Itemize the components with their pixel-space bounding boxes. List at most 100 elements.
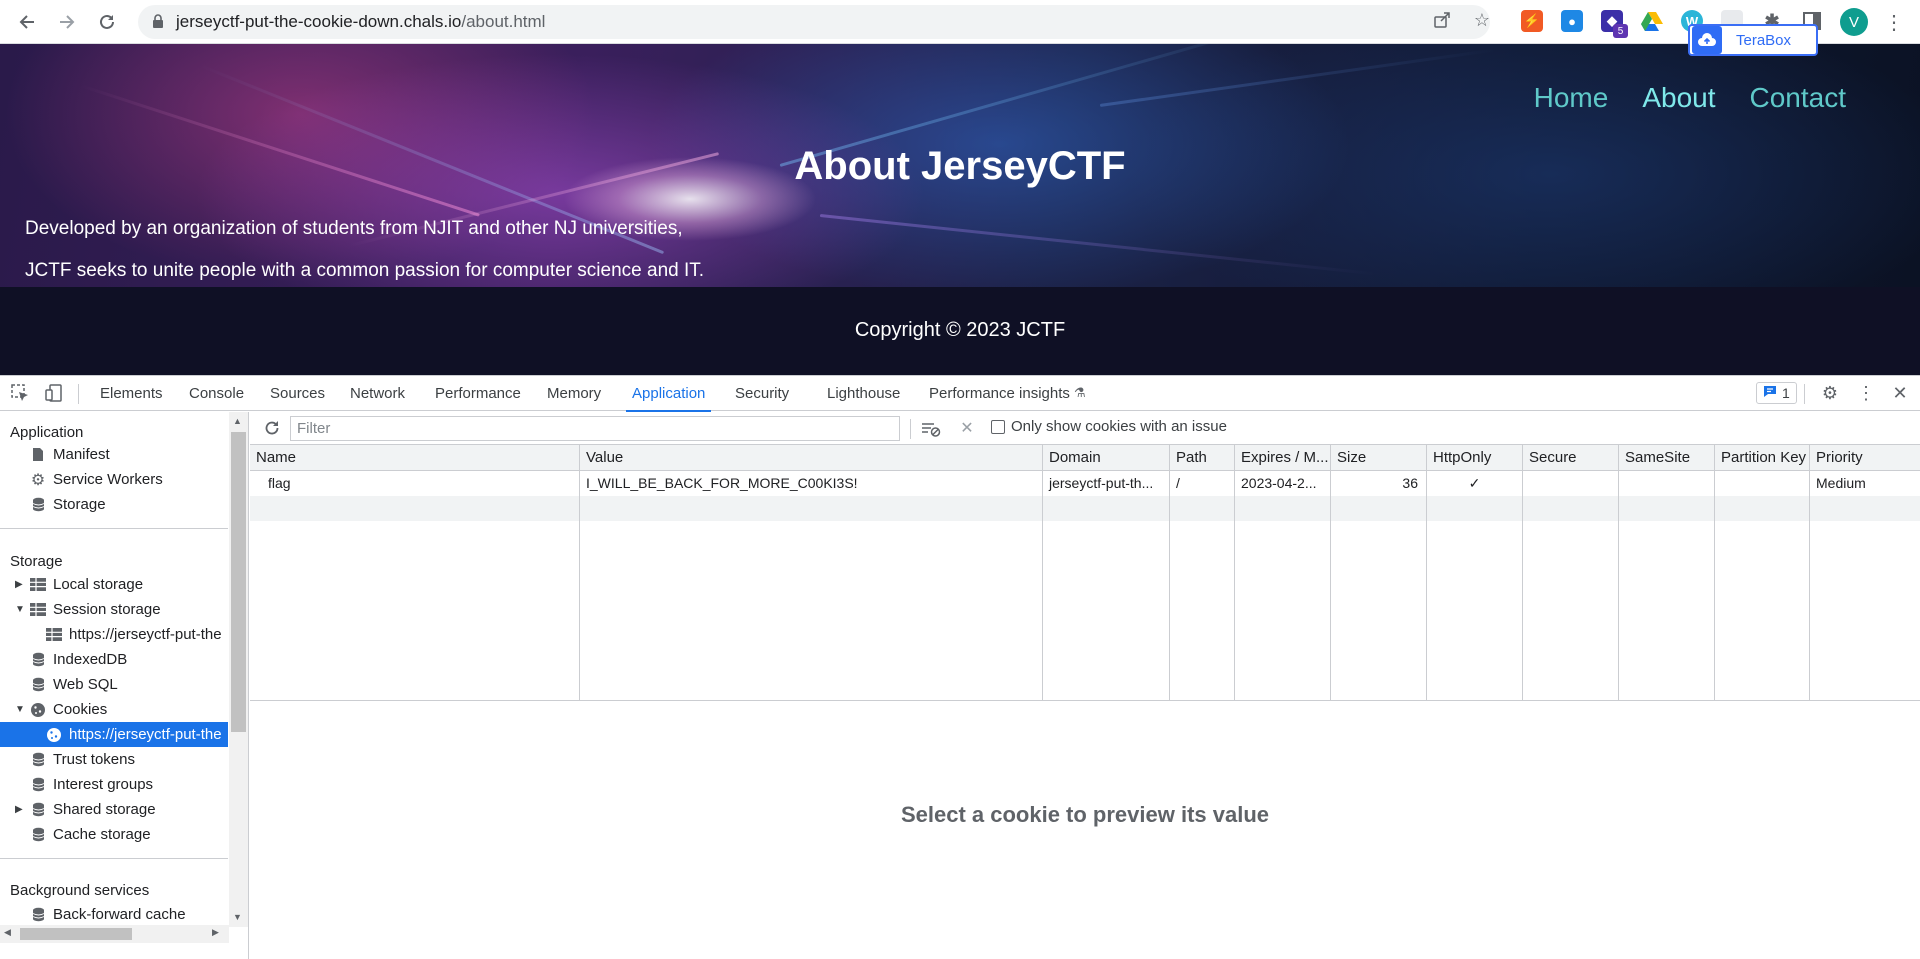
- column-header-path[interactable]: Path: [1170, 445, 1235, 471]
- checkbox-box[interactable]: [991, 419, 1005, 434]
- column-header-samesite[interactable]: SameSite: [1619, 445, 1715, 471]
- address-bar[interactable]: jerseyctf-put-the-cookie-down.chals.io/a…: [138, 5, 1490, 39]
- sidebar-item-label: Manifest: [53, 446, 110, 463]
- share-icon[interactable]: [1430, 8, 1454, 32]
- cookie-httponly-cell[interactable]: ✓: [1427, 471, 1522, 496]
- database-icon: [30, 652, 46, 668]
- lock-icon[interactable]: [152, 14, 164, 34]
- tab-lighthouse[interactable]: Lighthouse: [827, 376, 900, 411]
- back-arrow-icon[interactable]: [13, 8, 41, 36]
- profile-avatar[interactable]: V: [1840, 8, 1868, 36]
- filter-input[interactable]: [290, 416, 900, 441]
- cookie-secure-cell[interactable]: [1523, 471, 1618, 496]
- sidebar-item-cache-storage[interactable]: Cache storage: [0, 822, 228, 847]
- column-header-secure[interactable]: Secure: [1523, 445, 1619, 471]
- sidebar-item-shared-storage[interactable]: ▶ Shared storage: [0, 797, 228, 822]
- cookie-expires-cell[interactable]: 2023-04-2...: [1235, 471, 1330, 496]
- close-devtools-icon[interactable]: ✕: [1890, 383, 1910, 403]
- nav-home-link[interactable]: Home: [1534, 82, 1609, 114]
- cookie-name-cell[interactable]: flag: [262, 471, 578, 496]
- collapse-triangle-icon[interactable]: ▼: [15, 604, 25, 615]
- browser-toolbar: jerseyctf-put-the-cookie-down.chals.io/a…: [0, 0, 1920, 56]
- refresh-icon[interactable]: [262, 418, 282, 438]
- clear-all-cookies-icon[interactable]: [920, 419, 942, 439]
- sidebar-item-back-forward-cache[interactable]: Back-forward cache: [0, 902, 228, 927]
- sidebar-item-cookies-origin[interactable]: https://jerseyctf-put-the: [0, 722, 228, 747]
- settings-gear-icon[interactable]: ⚙: [1820, 383, 1840, 403]
- column-header-size[interactable]: Size: [1331, 445, 1427, 471]
- sidebar-item-manifest[interactable]: Manifest: [0, 442, 228, 467]
- database-icon: [30, 802, 46, 818]
- extension-drop-icon[interactable]: ●: [1561, 10, 1583, 32]
- sidebar-item-indexeddb[interactable]: IndexedDB: [0, 647, 228, 672]
- sidebar-item-service-workers[interactable]: ⚙ Service Workers: [0, 467, 228, 492]
- tab-network[interactable]: Network: [350, 376, 405, 411]
- url-path: /about.html: [461, 12, 546, 31]
- tab-performance[interactable]: Performance: [435, 376, 521, 411]
- database-icon: [30, 827, 46, 843]
- cookie-icon: [46, 727, 62, 743]
- toolbar-divider: [910, 419, 911, 439]
- sidebar-item-storage-overview[interactable]: Storage: [0, 492, 228, 517]
- browser-menu-icon[interactable]: ⋮: [1884, 8, 1904, 36]
- tab-application[interactable]: Application: [625, 376, 712, 412]
- inspect-element-icon[interactable]: [10, 383, 30, 403]
- issues-badge[interactable]: 1: [1756, 382, 1797, 404]
- column-header-domain[interactable]: Domain: [1043, 445, 1170, 471]
- sidebar-item-local-storage[interactable]: ▶ Local storage: [0, 572, 228, 597]
- bookmark-star-icon[interactable]: ☆: [1470, 8, 1494, 32]
- drive-icon[interactable]: [1641, 10, 1663, 32]
- sidebar-vertical-scrollbar[interactable]: ▲ ▼: [229, 412, 248, 927]
- sidebar-item-cookies[interactable]: ▼ Cookies: [0, 697, 228, 722]
- column-header-partition-key[interactable]: Partition Key: [1715, 445, 1810, 471]
- column-header-httponly[interactable]: HttpOnly: [1427, 445, 1523, 471]
- expand-triangle-icon[interactable]: ▶: [15, 804, 25, 815]
- column-header-expires[interactable]: Expires / M...: [1235, 445, 1331, 471]
- grid-storage-icon: [30, 602, 46, 618]
- column-header-name[interactable]: Name: [250, 445, 580, 471]
- delete-selected-icon[interactable]: ✕: [957, 418, 977, 438]
- sidebar-item-web-sql[interactable]: Web SQL: [0, 672, 228, 697]
- tab-console[interactable]: Console: [189, 376, 244, 411]
- scroll-down-arrow-icon[interactable]: ▼: [233, 912, 242, 922]
- cookie-size-cell[interactable]: 36: [1331, 471, 1426, 496]
- sidebar-horizontal-scrollbar[interactable]: ◀ ▶: [0, 925, 229, 943]
- grid-storage-icon: [30, 577, 46, 593]
- devtools-menu-icon[interactable]: ⋮: [1856, 383, 1876, 403]
- nav-contact-link[interactable]: Contact: [1750, 82, 1847, 114]
- tab-security[interactable]: Security: [735, 376, 789, 411]
- only-issues-checkbox[interactable]: Only show cookies with an issue: [991, 418, 1227, 435]
- column-header-value[interactable]: Value: [580, 445, 1043, 471]
- scroll-up-arrow-icon[interactable]: ▲: [233, 416, 242, 426]
- terabox-popup[interactable]: TeraBox: [1688, 24, 1818, 56]
- tab-elements[interactable]: Elements: [100, 376, 163, 411]
- cookie-value-cell[interactable]: I_WILL_BE_BACK_FOR_MORE_C00KI3S!: [580, 471, 1042, 496]
- expand-triangle-icon[interactable]: ▶: [15, 579, 25, 590]
- tab-memory[interactable]: Memory: [547, 376, 601, 411]
- cookie-samesite-cell[interactable]: [1619, 471, 1714, 496]
- scroll-right-arrow-icon[interactable]: ▶: [212, 927, 219, 938]
- scrollbar-thumb[interactable]: [231, 432, 246, 732]
- scrollbar-thumb[interactable]: [20, 928, 132, 940]
- sidebar-item-trust-tokens[interactable]: Trust tokens: [0, 747, 228, 772]
- tab-performance-insights[interactable]: Performance insights: [929, 376, 1070, 411]
- sidebar-item-interest-groups[interactable]: Interest groups: [0, 772, 228, 797]
- cookie-priority-cell[interactable]: Medium: [1810, 471, 1920, 496]
- extension-bolt-icon[interactable]: ⚡: [1521, 10, 1543, 32]
- forward-arrow-icon[interactable]: [53, 8, 81, 36]
- nav-about-link[interactable]: About: [1642, 82, 1715, 114]
- cookie-partition-key-cell[interactable]: [1715, 471, 1809, 496]
- cloud-upload-icon: [1692, 26, 1722, 54]
- column-divider: [579, 471, 580, 700]
- issues-count: 1: [1782, 385, 1790, 401]
- tab-sources[interactable]: Sources: [270, 376, 325, 411]
- sidebar-item-session-origin[interactable]: https://jerseyctf-put-the: [0, 622, 228, 647]
- collapse-triangle-icon[interactable]: ▼: [15, 704, 25, 715]
- scroll-left-arrow-icon[interactable]: ◀: [4, 927, 11, 938]
- reload-icon[interactable]: [93, 8, 121, 36]
- column-header-priority[interactable]: Priority: [1810, 445, 1920, 471]
- device-toolbar-icon[interactable]: [44, 383, 64, 403]
- cookie-path-cell[interactable]: /: [1170, 471, 1234, 496]
- cookie-domain-cell[interactable]: jerseyctf-put-th...: [1043, 471, 1169, 496]
- sidebar-item-session-storage[interactable]: ▼ Session storage: [0, 597, 228, 622]
